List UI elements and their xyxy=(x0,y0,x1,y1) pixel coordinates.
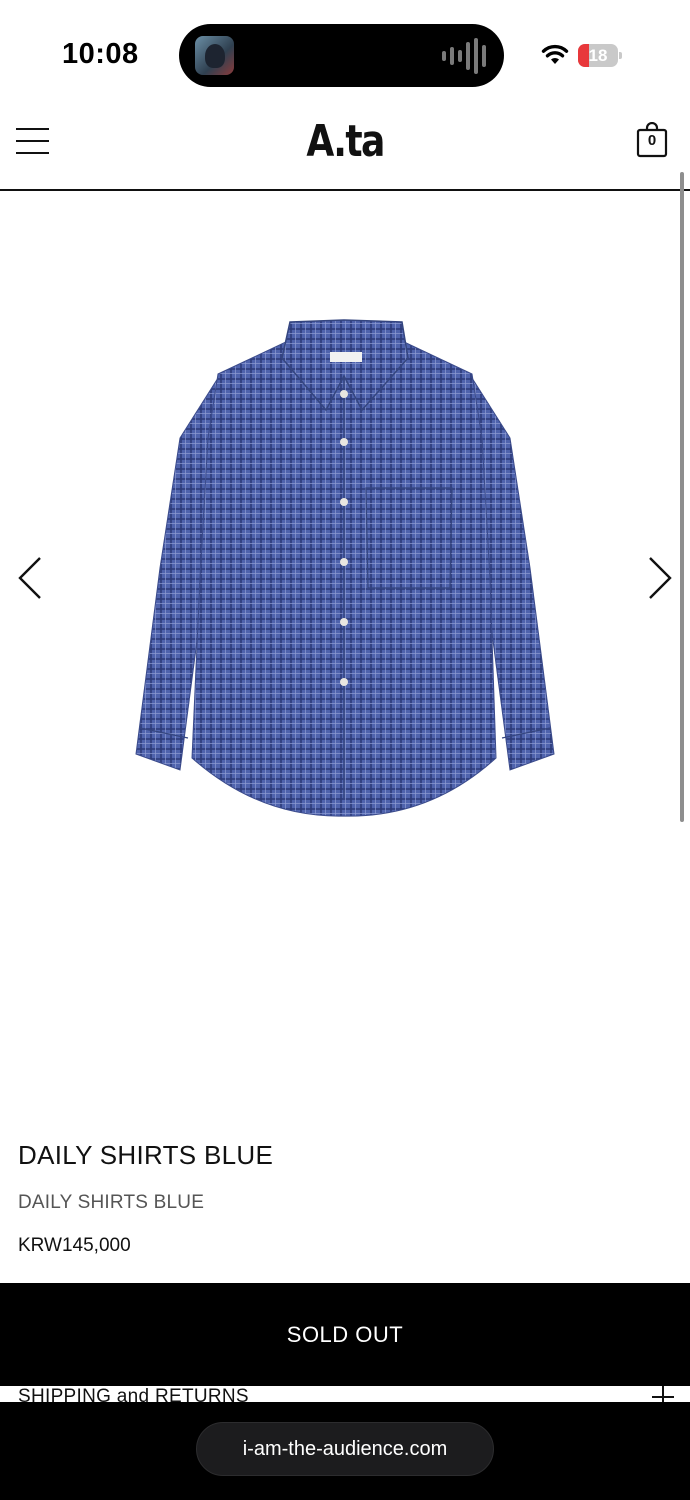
url-address-bar[interactable]: i-am-the-audience.com xyxy=(196,1422,494,1476)
battery-level: 18 xyxy=(588,46,608,65)
cart-count: 0 xyxy=(647,132,657,149)
dynamic-island[interactable] xyxy=(179,24,504,87)
product-image[interactable] xyxy=(130,318,560,824)
brand-logo[interactable]: A.ta xyxy=(62,116,628,167)
product-price: KRW145,000 xyxy=(18,1235,131,1256)
status-bar: 10:08 18 xyxy=(0,0,690,100)
status-time: 10:08 xyxy=(62,38,139,70)
hamburger-menu-icon[interactable] xyxy=(16,126,49,156)
now-playing-avatar-icon xyxy=(195,36,234,75)
audio-waveform-icon xyxy=(442,38,486,74)
chevron-left-icon[interactable] xyxy=(16,556,44,600)
product-title: DAILY SHIRTS BLUE xyxy=(18,1140,274,1170)
product-subtitle: DAILY SHIRTS BLUE xyxy=(18,1192,205,1213)
sold-out-button[interactable]: SOLD OUT xyxy=(0,1283,690,1386)
battery-icon: 18 xyxy=(578,44,622,67)
site-header: A.ta 0 xyxy=(0,100,690,191)
browser-toolbar: i-am-the-audience.com xyxy=(0,1402,690,1500)
wifi-icon xyxy=(541,44,569,64)
chevron-right-icon[interactable] xyxy=(646,556,674,600)
product-gallery xyxy=(0,192,690,1062)
shopping-bag-icon[interactable]: 0 xyxy=(636,121,668,158)
